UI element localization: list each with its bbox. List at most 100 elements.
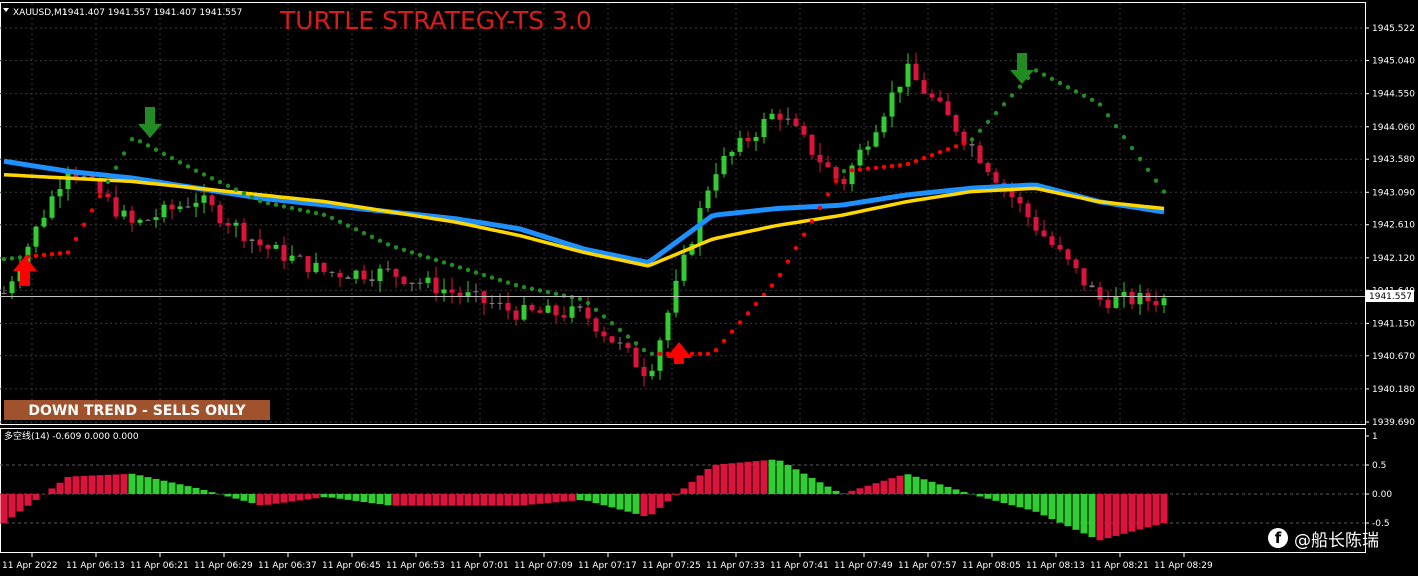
- trail-dot: [305, 209, 311, 214]
- candle-body: [993, 172, 999, 183]
- indicator-tick-label: 0.00: [1372, 490, 1392, 500]
- candle-body: [361, 270, 367, 280]
- candle-body: [313, 262, 319, 273]
- histogram-bar: [816, 482, 824, 494]
- trail-dot: [697, 351, 703, 356]
- histogram-bar: [448, 494, 456, 506]
- chart-canvas[interactable]: XAUUSD,M1 1941.407 1941.557 1941.407 194…: [0, 0, 1418, 576]
- trail-dot: [505, 280, 511, 285]
- trail-dot: [1033, 68, 1039, 73]
- candle-body: [409, 282, 415, 284]
- histogram-bar: [208, 492, 216, 494]
- candle-body: [785, 118, 791, 120]
- histogram-bar: [296, 494, 304, 501]
- candle-body: [425, 277, 431, 283]
- trail-dot: [729, 329, 735, 334]
- histogram-bar: [312, 494, 320, 499]
- trail-dot: [473, 270, 479, 275]
- histogram-bar: [704, 468, 712, 494]
- candle-body: [1161, 298, 1167, 306]
- histogram-bar: [416, 494, 424, 506]
- histogram-bar: [192, 487, 200, 494]
- candle-body: [1025, 203, 1031, 218]
- histogram-bar: [392, 494, 400, 506]
- trail-dot: [1089, 97, 1095, 103]
- candle-body: [417, 282, 423, 284]
- histogram-bar: [200, 490, 208, 494]
- candle-body: [329, 271, 335, 273]
- trail-dot: [233, 187, 239, 192]
- candle-body: [617, 342, 623, 344]
- candle-body: [713, 174, 719, 191]
- trail-dot: [569, 295, 575, 300]
- histogram-bar: [120, 474, 128, 494]
- candle-body: [585, 307, 591, 319]
- candle-body: [9, 281, 15, 294]
- price-tick-label: 1939.690: [1372, 418, 1415, 428]
- histogram-bar: [904, 474, 912, 494]
- ohlc-readout: 1941.407 1941.557 1941.407 1941.557: [62, 8, 242, 18]
- histogram-bar: [768, 459, 776, 494]
- trail-dot: [929, 152, 935, 158]
- candle-body: [977, 145, 983, 164]
- price-tick-label: 1944.550: [1372, 90, 1415, 100]
- trail-dot: [425, 255, 431, 260]
- histogram-bar: [320, 494, 328, 498]
- histogram-bar: [472, 494, 480, 506]
- trail-dot: [385, 242, 391, 247]
- trail-dot: [553, 291, 559, 297]
- candle-body: [201, 195, 207, 203]
- candle-body: [353, 270, 359, 279]
- candle-body: [1121, 291, 1127, 297]
- histogram-bar: [560, 494, 568, 502]
- trail-dot: [137, 139, 143, 144]
- candle-body: [873, 132, 879, 147]
- histogram-bar: [496, 494, 504, 506]
- histogram-bar: [624, 494, 632, 512]
- histogram-bar: [672, 494, 680, 495]
- candle-body: [913, 63, 919, 81]
- trail-dot: [465, 267, 471, 273]
- histogram-bar: [336, 494, 344, 499]
- trail-dot: [625, 334, 631, 339]
- time-tick-label: 11 Apr 08:05: [962, 561, 1021, 571]
- histogram-bar: [912, 476, 920, 494]
- candle-body: [761, 119, 767, 138]
- histogram-bar: [488, 494, 496, 506]
- trail-dot: [1121, 134, 1127, 140]
- trail-dot: [593, 307, 599, 312]
- histogram-bar: [1136, 494, 1144, 530]
- trail-dot: [169, 155, 175, 161]
- trail-dot: [281, 204, 287, 209]
- candle-body: [985, 163, 991, 173]
- trail-dot: [201, 172, 207, 177]
- histogram-bar: [160, 480, 168, 494]
- price-tick-label: 1943.090: [1372, 188, 1415, 198]
- trail-dot: [225, 183, 231, 189]
- histogram-bar: [432, 494, 440, 506]
- trail-dot: [89, 208, 95, 213]
- candle-body: [1113, 296, 1119, 308]
- histogram-bar: [840, 493, 848, 494]
- candle-body: [161, 204, 167, 218]
- trail-dot: [521, 284, 527, 290]
- trail-dot: [825, 192, 831, 197]
- candle-body: [1137, 292, 1143, 305]
- candle-body: [1145, 292, 1151, 302]
- trail-dot: [121, 151, 127, 156]
- trail-dot: [1009, 93, 1015, 98]
- trail-dot: [897, 163, 903, 168]
- histogram-bar: [824, 486, 832, 494]
- time-tick-label: 11 Apr 06:53: [386, 561, 445, 571]
- histogram-bar: [576, 494, 584, 501]
- trail-dot: [313, 210, 319, 216]
- trail-dot: [721, 338, 727, 344]
- histogram-bar: [960, 491, 968, 494]
- trail-dot: [129, 136, 135, 142]
- candle-body: [473, 291, 479, 293]
- trail-dot: [945, 147, 951, 152]
- histogram-bar: [400, 494, 408, 506]
- trail-dot: [1097, 102, 1103, 107]
- trail-dot: [713, 347, 719, 353]
- histogram-bar: [360, 494, 368, 502]
